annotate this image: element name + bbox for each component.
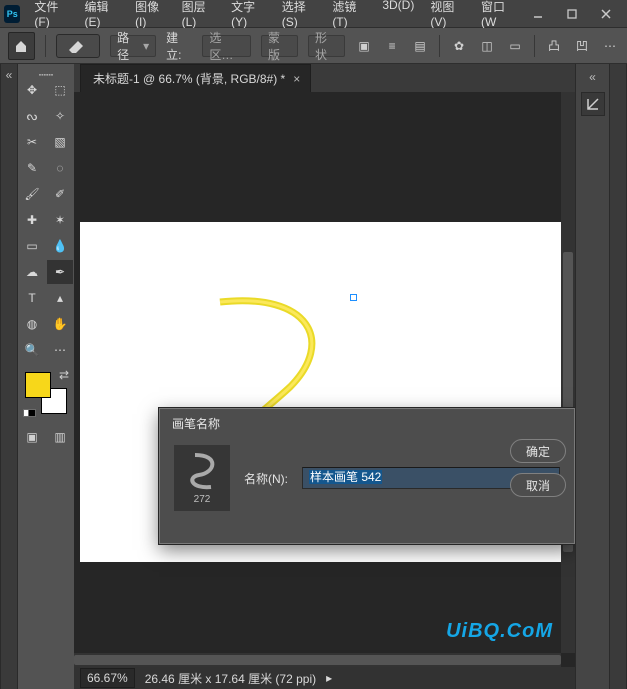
canvas-viewport[interactable]: 画笔名称 272 名称(N): 样本画笔 542 确定 取消 UiBQ.CoM xyxy=(74,92,575,667)
right-ops: 凸 凹 ⋯ xyxy=(545,37,619,55)
eyedropper-tool[interactable]: ✎ xyxy=(19,156,45,180)
gear-icon[interactable]: ✿ xyxy=(450,37,468,55)
title-bar: Ps 文件(F) 编辑(E) 图像(I) 图层(L) 文字(Y) 选择(S) 滤… xyxy=(0,0,627,28)
slice-tool[interactable]: ▧ xyxy=(47,130,73,154)
path-arrange-icon[interactable]: ▤ xyxy=(411,37,429,55)
minimize-button[interactable] xyxy=(521,2,555,26)
arrange-icon[interactable]: ▭ xyxy=(506,37,524,55)
stamp-tool[interactable]: ✶ xyxy=(47,208,73,232)
foreground-swatch[interactable] xyxy=(25,372,51,398)
blur-tool[interactable]: 💧 xyxy=(47,234,73,258)
dialog-title: 画笔名称 xyxy=(160,409,574,437)
edit-toolbar[interactable]: ⋯ xyxy=(47,338,73,362)
status-bar: 66.67% 26.46 厘米 x 17.64 厘米 (72 ppi) ▸ xyxy=(74,667,575,689)
document-area: 未标题-1 @ 66.7% (背景, RGB/8#) * × xyxy=(74,64,575,689)
name-field-label: 名称(N): xyxy=(244,470,288,487)
separator xyxy=(439,35,440,57)
cancel-button[interactable]: 取消 xyxy=(510,473,566,497)
pencil-tool[interactable]: ✐ xyxy=(47,182,73,206)
shape-tool[interactable]: ◍ xyxy=(19,312,45,336)
path-anchor[interactable] xyxy=(350,294,357,301)
chevron-left-icon: « xyxy=(6,68,13,82)
make-mask-button[interactable]: 蒙版 xyxy=(261,35,298,57)
ok-button[interactable]: 确定 xyxy=(510,439,566,463)
pen-tool[interactable]: ✒ xyxy=(47,260,73,284)
path-mode-select[interactable]: 路径 ▾ xyxy=(110,35,156,57)
path-ops: ▣ ≡ ▤ xyxy=(355,37,429,55)
scrollbar-thumb[interactable] xyxy=(74,655,561,665)
path-align-icon[interactable]: ≡ xyxy=(383,37,401,55)
make-shape-button[interactable]: 形状 xyxy=(308,35,345,57)
right-gutter[interactable] xyxy=(609,64,627,689)
brush-preview-size: 272 xyxy=(194,494,211,505)
close-button[interactable] xyxy=(589,2,623,26)
tool-panel-grip[interactable]: ┄┄ xyxy=(18,68,74,78)
extra-ops: ✿ ◫ ▭ xyxy=(450,37,524,55)
tool-panel: ┄┄ ✥⬚ᔓ✧✂▧✎◌🖌✐✚✶▭💧☁✒T▴◍✋🔍⋯ ⇄ ▣ ▥ xyxy=(18,64,74,689)
main-area: « ┄┄ ✥⬚ᔓ✧✂▧✎◌🖌✐✚✶▭💧☁✒T▴◍✋🔍⋯ ⇄ ▣ ▥ 未标题-1 … xyxy=(0,64,627,689)
quickmask-icon[interactable]: ▣ xyxy=(23,428,41,446)
path-combine-icon[interactable]: ▣ xyxy=(355,37,373,55)
hand-tool[interactable]: ✋ xyxy=(47,312,73,336)
pen-icon xyxy=(67,39,89,53)
vertical-scrollbar[interactable] xyxy=(561,92,575,653)
default-colors-icon[interactable] xyxy=(23,406,36,420)
separator xyxy=(534,35,535,57)
text-tool[interactable]: T xyxy=(19,286,45,310)
document-dimensions: 26.46 厘米 x 17.64 厘米 (72 ppi) xyxy=(145,670,316,687)
watermark: UiBQ.CoM xyxy=(446,620,553,643)
crop-tool[interactable]: ✂ xyxy=(19,130,45,154)
document-tab-bar: 未标题-1 @ 66.7% (背景, RGB/8#) * × xyxy=(74,64,575,92)
healing-brush-tool[interactable]: ✚ xyxy=(19,208,45,232)
gradient-tool[interactable]: ▭ xyxy=(19,234,45,258)
make-selection-button[interactable]: 选区… xyxy=(202,35,251,57)
horizontal-scrollbar[interactable] xyxy=(74,653,561,667)
make-label: 建立: xyxy=(166,29,192,63)
brush-tool[interactable]: 🖌 xyxy=(19,182,45,206)
maximize-button[interactable] xyxy=(555,2,589,26)
lasso-tool[interactable]: ᔓ xyxy=(19,104,45,128)
tool-preset-picker[interactable] xyxy=(56,34,100,58)
brush-name-dialog: 画笔名称 272 名称(N): 样本画笔 542 确定 取消 xyxy=(159,408,575,544)
share-icon[interactable]: 凹 xyxy=(573,37,591,55)
home-icon xyxy=(14,39,28,53)
marquee-tool[interactable]: ◌ xyxy=(47,156,73,180)
status-caret-icon[interactable]: ▸ xyxy=(326,671,332,685)
screenmode-icon[interactable]: ▥ xyxy=(51,428,69,446)
document-tab[interactable]: 未标题-1 @ 66.7% (背景, RGB/8#) * × xyxy=(80,64,311,92)
adjustments-panel-icon[interactable] xyxy=(581,92,605,116)
zoom-level[interactable]: 66.67% xyxy=(80,668,135,688)
options-bar: 路径 ▾ 建立: 选区… 蒙版 形状 ▣ ≡ ▤ ✿ ◫ ▭ 凸 凹 ⋯ xyxy=(0,28,627,64)
artboard-tool[interactable]: ⬚ xyxy=(47,78,73,102)
more-icon[interactable]: ⋯ xyxy=(601,37,619,55)
align-icon[interactable]: ◫ xyxy=(478,37,496,55)
left-gutter[interactable]: « xyxy=(0,64,18,689)
brush-preview: 272 xyxy=(174,445,230,511)
close-tab-icon[interactable]: × xyxy=(293,72,300,86)
color-swatches[interactable]: ⇄ xyxy=(25,372,67,414)
zoom-tool[interactable]: 🔍 xyxy=(19,338,45,362)
swap-colors-icon[interactable]: ⇄ xyxy=(59,368,69,382)
cloud-icon[interactable]: 凸 xyxy=(545,37,563,55)
move-tool[interactable]: ✥ xyxy=(19,78,45,102)
path-mode-label: 路径 xyxy=(117,29,140,63)
brush-name-value: 样本画笔 542 xyxy=(309,470,382,484)
right-panel-strip: « xyxy=(575,64,609,689)
home-button[interactable] xyxy=(8,32,35,60)
chevron-right-icon[interactable]: « xyxy=(589,70,596,84)
window-buttons xyxy=(521,2,623,26)
document-tab-title: 未标题-1 @ 66.7% (背景, RGB/8#) * xyxy=(93,70,285,87)
magic-wand-tool[interactable]: ✧ xyxy=(47,104,73,128)
separator xyxy=(45,35,46,57)
smudge-tool[interactable]: ☁ xyxy=(19,260,45,284)
app-logo: Ps xyxy=(4,5,20,23)
path-select-tool[interactable]: ▴ xyxy=(47,286,73,310)
